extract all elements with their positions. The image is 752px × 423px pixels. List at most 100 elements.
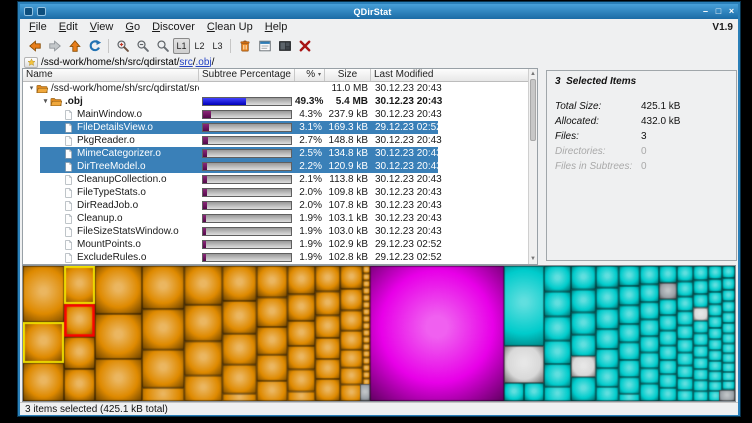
- app-icon: [24, 7, 33, 16]
- table-row[interactable]: ExcludeRules.o1.9%102.8 kB29.12.23 02:52: [23, 251, 537, 264]
- item-modified: 30.12.23 20:43: [371, 173, 528, 186]
- percent-bar-fill: [203, 124, 209, 131]
- item-percent: 2.2%: [295, 160, 325, 173]
- item-size: 120.9 kB: [325, 160, 371, 173]
- item-size: 102.9 kB: [325, 238, 371, 251]
- table-row[interactable]: FileTypeStats.o2.0%109.8 kB30.12.23 20:4…: [23, 186, 537, 199]
- table-row[interactable]: PkgReader.o2.7%148.8 kB30.12.23 20:43: [23, 134, 537, 147]
- menu-go[interactable]: Go: [119, 19, 146, 35]
- percent-bar-fill: [203, 241, 206, 248]
- close-button[interactable]: ×: [725, 4, 738, 19]
- expander-icon[interactable]: ▾: [41, 95, 50, 108]
- scroll-down-icon[interactable]: ▼: [529, 255, 537, 263]
- file-icon: [63, 187, 74, 199]
- toolbar: L1L2L3: [20, 35, 738, 56]
- item-percent: 1.9%: [295, 212, 325, 225]
- treemap-toggle-button[interactable]: [275, 36, 294, 55]
- treemap-level1-button[interactable]: L1: [173, 38, 190, 54]
- table-row[interactable]: Cleanup.o1.9%103.1 kB30.12.23 20:43: [23, 212, 537, 225]
- zoom-out-button[interactable]: [133, 36, 152, 55]
- table-row[interactable]: DirTreeModel.o2.2%120.9 kB30.12.23 20:43: [23, 160, 537, 173]
- zoom-in-button[interactable]: [113, 36, 132, 55]
- file-icon: [63, 226, 74, 238]
- menu-edit[interactable]: Edit: [53, 19, 84, 35]
- table-row[interactable]: FileSizeStatsWindow.o1.9%103.0 kB30.12.2…: [23, 225, 537, 238]
- table-row[interactable]: CleanupCollection.o2.1%113.8 kB30.12.23 …: [23, 173, 537, 186]
- expander-icon[interactable]: ▾: [27, 82, 36, 95]
- details-label: Files in Subtrees:: [555, 159, 641, 174]
- file-icon: [63, 109, 74, 121]
- forward-button[interactable]: [45, 36, 64, 55]
- details-panel-rows: Total Size:425.1 kBAllocated:432.0 kBFil…: [555, 99, 728, 174]
- table-row[interactable]: ▾/ssd-work/home/sh/src/qdirstat/src11.0 …: [23, 82, 537, 95]
- sort-indicator-icon: ▾: [318, 72, 321, 78]
- item-size: 169.3 kB: [325, 121, 371, 134]
- item-percent: 2.0%: [295, 199, 325, 212]
- item-name: ExcludeRules.o: [77, 251, 146, 264]
- table-row[interactable]: MainWindow.o4.3%237.9 kB30.12.23 20:43: [23, 108, 537, 121]
- title-bar[interactable]: QDirStat –□×: [20, 4, 738, 19]
- details-row: Files:3: [555, 129, 728, 144]
- table-row[interactable]: MountPoints.o1.9%102.9 kB29.12.23 02:52: [23, 238, 537, 251]
- menu-view[interactable]: View: [84, 19, 120, 35]
- item-size: 103.0 kB: [325, 225, 371, 238]
- scrollbar-thumb[interactable]: [530, 79, 536, 141]
- file-icon: [63, 135, 74, 147]
- path-link[interactable]: .obj: [196, 57, 212, 68]
- menu-file[interactable]: File: [23, 19, 53, 35]
- item-size: 5.4 MB: [325, 95, 371, 108]
- stop-icon: [298, 39, 312, 53]
- breadcrumb: /ssd-work/home/sh/src/qdirstat/src/.obj/: [41, 57, 214, 68]
- table-row[interactable]: DirReadJob.o2.0%107.8 kB30.12.23 20:43: [23, 199, 537, 212]
- column-header-name[interactable]: Name: [23, 69, 199, 81]
- item-size: 237.9 kB: [325, 108, 371, 121]
- item-percent: 2.1%: [295, 173, 325, 186]
- percent-bar: [202, 240, 292, 249]
- file-icon: [63, 252, 74, 264]
- item-percent: 2.5%: [295, 147, 325, 160]
- percent-bar: [202, 227, 292, 236]
- menu-clean-up[interactable]: Clean Up: [201, 19, 259, 35]
- move-to-trash-button[interactable]: [235, 36, 254, 55]
- menu-help[interactable]: Help: [259, 19, 294, 35]
- back-button[interactable]: [25, 36, 44, 55]
- status-bar: 3 items selected (425.1 kB total): [20, 402, 738, 415]
- up-icon: [68, 39, 82, 53]
- zoom-out-icon: [136, 39, 150, 53]
- table-row[interactable]: FileDetailsView.o3.1%169.3 kB29.12.23 02…: [23, 121, 537, 134]
- up-button[interactable]: [65, 36, 84, 55]
- maximize-button[interactable]: □: [712, 4, 725, 19]
- details-value: 3: [641, 129, 647, 144]
- treemap-canvas[interactable]: [23, 266, 735, 401]
- path-link[interactable]: src: [179, 57, 192, 68]
- treemap-level3-button[interactable]: L3: [209, 38, 226, 54]
- vertical-scrollbar[interactable]: ▲ ▼: [528, 69, 537, 264]
- item-percent: 4.3%: [295, 108, 325, 121]
- item-size: 148.8 kB: [325, 134, 371, 147]
- table-row[interactable]: MimeCategorizer.o2.5%134.8 kB30.12.23 20…: [23, 147, 537, 160]
- details-label: Directories:: [555, 144, 641, 159]
- breadcrumb-bar: /ssd-work/home/sh/src/qdirstat/src/.obj/: [20, 56, 738, 68]
- treemap-level2-button[interactable]: L2: [191, 38, 208, 54]
- stop-reading-button[interactable]: [295, 36, 314, 55]
- minimize-button[interactable]: –: [699, 4, 712, 19]
- scroll-up-icon[interactable]: ▲: [529, 70, 537, 78]
- column-header-last-modified[interactable]: Last Modified: [371, 69, 537, 81]
- item-modified: 30.12.23 20:43: [371, 199, 528, 212]
- window-menu-icon[interactable]: [37, 7, 46, 16]
- column-header-percent[interactable]: % ▾: [295, 69, 325, 81]
- toolbar-separator: [230, 39, 231, 53]
- details-row: Allocated:432.0 kB: [555, 114, 728, 129]
- file-details-button[interactable]: [255, 36, 274, 55]
- column-header-size[interactable]: Size: [325, 69, 371, 81]
- table-row[interactable]: ▾.obj49.3%5.4 MB30.12.23 20:43: [23, 95, 537, 108]
- search-button[interactable]: [153, 36, 172, 55]
- column-header-subtree-percentage[interactable]: Subtree Percentage: [199, 69, 295, 81]
- qdirstat-window: QDirStat –□× FileEditViewGoDiscoverClean…: [18, 2, 740, 416]
- refresh-button[interactable]: [85, 36, 104, 55]
- details-row: Total Size:425.1 kB: [555, 99, 728, 114]
- bookmark-button[interactable]: [24, 57, 38, 68]
- menu-bar: FileEditViewGoDiscoverClean UpHelp V1.9: [20, 19, 738, 35]
- file-icon: [63, 200, 74, 212]
- menu-discover[interactable]: Discover: [146, 19, 201, 35]
